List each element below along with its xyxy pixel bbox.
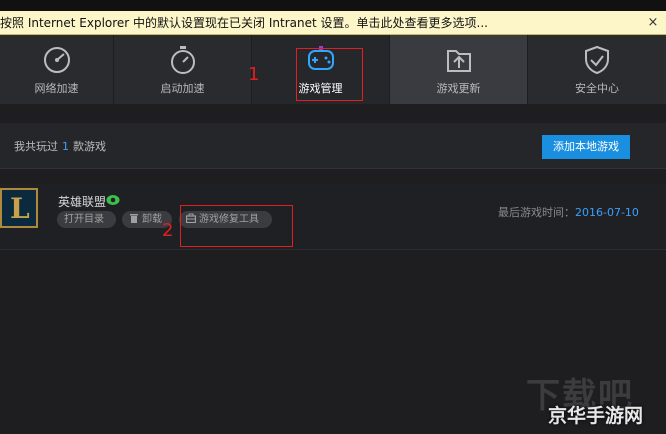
logo-letter: L [10, 192, 30, 225]
tab-label: 启动加速 [160, 82, 205, 95]
annotation-box-2 [180, 205, 293, 247]
info-bar-text: 按照 Internet Explorer 中的默认设置现在已关闭 Intrane… [0, 16, 488, 30]
tab-label: 安全中心 [575, 82, 619, 95]
add-local-game-button[interactable]: 添加本地游戏 [542, 135, 630, 159]
annotation-box-1 [296, 48, 363, 101]
ie-info-bar[interactable]: 按照 Internet Explorer 中的默认设置现在已关闭 Intrane… [0, 11, 666, 35]
eye-icon[interactable] [106, 194, 120, 206]
folder-upload-icon [446, 50, 471, 72]
annotation-mark-1: 1 [248, 64, 260, 85]
game-count: 1 [62, 140, 69, 153]
tab-security-center[interactable]: 安全中心 [528, 35, 666, 104]
tab-network-accel[interactable]: 网络加速 [0, 35, 114, 104]
trash-icon [130, 214, 138, 223]
last-played-label: 最后游戏时间： [498, 206, 575, 219]
open-directory-label: 打开目录 [64, 214, 104, 225]
last-played-date: 2016-07-10 [575, 206, 639, 219]
watermark-bottom: 京华手游网 [548, 405, 644, 427]
game-count-text: 我共玩过 1 款游戏 [14, 138, 106, 154]
game-name: 英雄联盟 [58, 195, 107, 209]
tab-startup-accel[interactable]: 启动加速 [114, 35, 252, 104]
open-directory-button[interactable]: 打开目录 [57, 211, 116, 228]
close-icon[interactable]: × [646, 11, 660, 34]
window-top-strip [0, 0, 666, 11]
tab-label: 网络加速 [34, 82, 79, 95]
shield-check-icon [585, 45, 609, 75]
annotation-mark-2: 2 [162, 220, 174, 241]
game-logo[interactable]: L [0, 188, 38, 228]
summary-prefix: 我共玩过 [14, 140, 58, 153]
summary-suffix: 款游戏 [73, 140, 106, 153]
tab-label: 游戏更新 [436, 82, 481, 95]
speedometer-icon [43, 47, 70, 73]
last-played-time: 最后游戏时间：2016-07-10 [498, 204, 639, 220]
stopwatch-icon [170, 46, 195, 74]
tab-game-update[interactable]: 游戏更新 [390, 35, 528, 104]
uninstall-label: 卸载 [142, 214, 162, 225]
